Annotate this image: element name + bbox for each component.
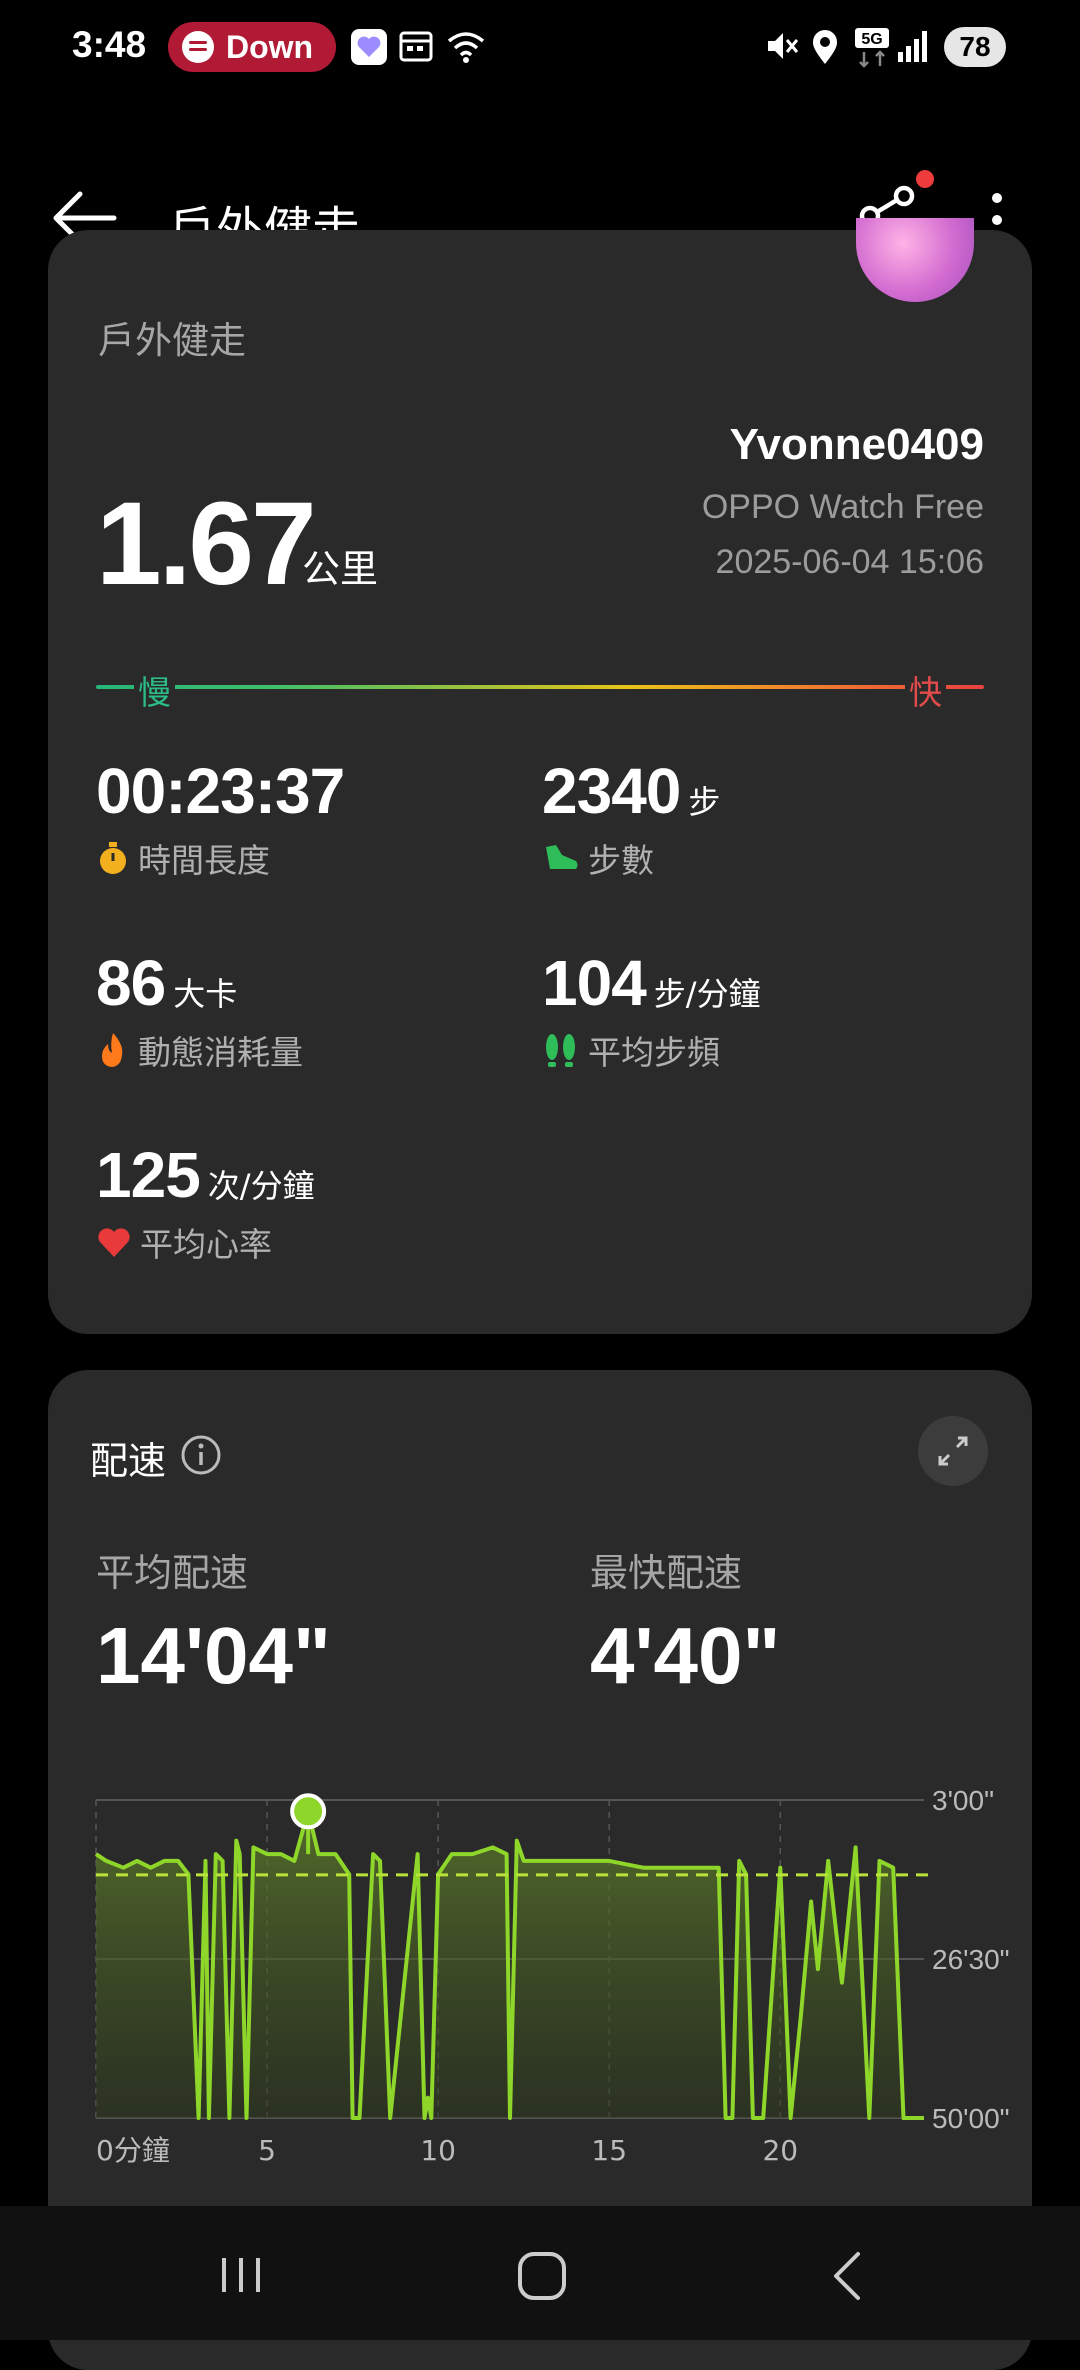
pace-section-title: 配速 — [90, 1439, 167, 1483]
stat-unit: 大卡 — [173, 975, 238, 1013]
stat-cadence: 104 步/分鐘 平均步頻 — [542, 946, 761, 1074]
status-time: 3:48 — [72, 24, 147, 65]
flame-icon — [102, 1033, 123, 1067]
x-tick-label: 10 — [420, 2134, 456, 2167]
heart-icon — [98, 1228, 130, 1257]
battery-indicator: 78 — [944, 27, 1006, 67]
stat-unit: 步/分鐘 — [653, 975, 761, 1013]
notification-dot — [916, 170, 934, 188]
speed-slow-label: 慢 — [134, 666, 175, 714]
stat-label: 步數 — [588, 841, 654, 880]
stat-duration: 00:23:37 時間長度 — [96, 754, 345, 882]
stat-label: 時間長度 — [138, 841, 270, 880]
stat-value: 2340 — [542, 755, 681, 827]
device-name: OPPO Watch Free — [701, 488, 984, 526]
shoe-icon — [546, 845, 578, 869]
back-nav-icon[interactable] — [824, 2250, 874, 2302]
media-notification-label: Down — [226, 28, 314, 65]
speed-fast-label: 快 — [905, 666, 946, 714]
stat-value: 86 — [96, 947, 166, 1019]
pace-chart[interactable]: 3'00" 26'30" 50'00" 0分鐘 5 10 15 20 — [48, 1770, 1032, 2190]
footprints-icon — [546, 1034, 575, 1067]
home-icon[interactable] — [516, 2250, 568, 2302]
location-icon — [813, 30, 837, 64]
x-tick-label: 15 — [591, 2134, 627, 2167]
y-tick-label: 50'00" — [932, 2103, 1010, 2134]
x-tick-label: 20 — [762, 2134, 798, 2167]
stat-label: 平均步頻 — [588, 1033, 720, 1072]
x-tick-label: 5 — [258, 2134, 276, 2167]
signal-icon — [898, 31, 927, 62]
sport-type-label: 戶外健走 — [98, 319, 246, 362]
stat-unit: 次/分鐘 — [207, 1167, 315, 1205]
avatar[interactable] — [856, 218, 974, 302]
mobile-data-5g-icon: 5G — [855, 28, 889, 68]
stat-heart-rate: 125 次/分鐘 平均心率 — [96, 1138, 315, 1266]
calendar-icon — [399, 31, 433, 62]
stat-label: 平均心率 — [140, 1225, 272, 1264]
distance-value: 1.67 — [96, 478, 317, 610]
stat-value: 00:23:37 — [96, 755, 345, 827]
speed-gradient-bar — [96, 685, 984, 689]
distance-unit: 公里 — [302, 547, 379, 591]
info-icon[interactable] — [180, 1434, 222, 1476]
wifi-icon — [447, 32, 485, 63]
stat-label: 動態消耗量 — [138, 1033, 303, 1072]
y-tick-label: 26'30" — [932, 1944, 1010, 1975]
expand-chart-button[interactable] — [918, 1416, 988, 1486]
fastest-pace-label: 最快配速 — [590, 1551, 743, 1595]
stat-value: 104 — [542, 947, 647, 1019]
workout-summary-card: 戶外健走 Yvonne0409 OPPO Watch Free 2025-06-… — [48, 218, 1032, 1334]
status-bar: 3:48 Down 5G 78 — [0, 0, 1080, 100]
workout-datetime: 2025-06-04 15:06 — [715, 543, 984, 581]
avg-pace-value: 14'04" — [96, 1611, 331, 1700]
system-nav-bar — [0, 2206, 1080, 2340]
stat-unit: 步 — [688, 783, 721, 821]
username: Yvonne0409 — [729, 420, 984, 469]
fastest-pace-value: 4'40" — [590, 1611, 781, 1700]
health-app-icon — [351, 29, 387, 65]
fastest-pace-marker — [290, 1793, 327, 1830]
speed-legend: 慢 快 — [96, 666, 984, 714]
stopwatch-icon — [100, 842, 126, 874]
svg-text:5G: 5G — [861, 31, 882, 48]
y-tick-label: 3'00" — [932, 1785, 994, 1816]
spotify-icon — [182, 31, 214, 63]
mute-icon — [768, 33, 799, 59]
stat-value: 125 — [96, 1139, 201, 1211]
media-notification-pill[interactable]: Down — [168, 22, 336, 72]
stat-steps: 2340 步 步數 — [542, 754, 720, 882]
avg-pace-label: 平均配速 — [96, 1551, 249, 1595]
stat-calories: 86 大卡 動態消耗量 — [96, 946, 303, 1074]
x-tick-label: 0分鐘 — [96, 2134, 170, 2167]
recent-apps-icon[interactable] — [216, 2250, 266, 2300]
expand-icon — [938, 1436, 968, 1466]
